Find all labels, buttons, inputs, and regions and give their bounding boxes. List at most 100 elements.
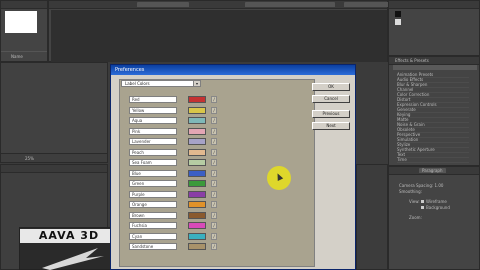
info-titlebar: [389, 1, 479, 9]
label-name-field[interactable]: Brown: [129, 211, 177, 219]
label-name-field[interactable]: Peach: [129, 148, 177, 156]
label-color-swatch[interactable]: [188, 96, 206, 103]
eyedropper-icon[interactable]: /: [211, 190, 217, 198]
label-color-row: Purple /: [129, 190, 299, 198]
label-color-row: Brown /: [129, 211, 299, 219]
eyedropper-icon[interactable]: /: [211, 232, 217, 240]
category-value: Label Colors: [125, 81, 150, 86]
eyedropper-icon[interactable]: /: [211, 211, 217, 219]
label-color-swatch[interactable]: [188, 159, 206, 166]
label-color-row: Yellow /: [129, 106, 299, 114]
preference-category-select[interactable]: Label Colors ▾: [121, 80, 201, 87]
label-color-row: Sandstone /: [129, 243, 299, 250]
wireframe-checkbox[interactable]: [421, 200, 424, 203]
label-color-row: Orange /: [129, 201, 299, 208]
eyedropper-icon[interactable]: /: [211, 148, 217, 156]
eyedropper-icon[interactable]: /: [211, 169, 217, 177]
project-list: [0, 62, 108, 162]
label-name-field[interactable]: Yellow: [129, 106, 177, 114]
timeline-layers: [356, 164, 388, 270]
label-color-row: Lavender /: [129, 138, 299, 145]
effects-titlebar: Effects & Presets: [389, 57, 479, 65]
background-checkbox[interactable]: [421, 206, 424, 209]
aava-3d-logo: AAVA 3D: [19, 227, 118, 270]
composition-canvas[interactable]: [51, 10, 387, 62]
tab-layer[interactable]: [289, 2, 335, 7]
dialog-titlebar[interactable]: Preferences: [111, 65, 355, 75]
color-swatch-white: [395, 19, 401, 25]
eyedropper-icon[interactable]: /: [211, 96, 217, 103]
label-color-swatch[interactable]: [188, 180, 206, 187]
eyedropper-icon[interactable]: /: [211, 138, 217, 145]
timeline-titlebar: [1, 165, 107, 173]
label-name-field[interactable]: Sea Foam: [129, 159, 177, 166]
label-color-row: Aqua /: [129, 117, 299, 124]
project-panel: Name: [0, 0, 48, 62]
composition-viewer: [48, 0, 390, 62]
label-name-field[interactable]: Orange: [129, 201, 177, 208]
label-color-swatch[interactable]: [188, 148, 206, 156]
preferences-dialog: Preferences Label Colors ▾ Red / Yellow / Aq…: [110, 64, 356, 270]
effects-title: Effects & Presets: [395, 58, 429, 63]
label-name-field[interactable]: Lavender: [129, 138, 177, 145]
eyedropper-icon[interactable]: /: [211, 106, 217, 114]
label-color-swatch[interactable]: [188, 201, 206, 208]
label-color-swatch[interactable]: [188, 117, 206, 124]
label-name-field[interactable]: Green: [129, 180, 177, 187]
color-swatch: [395, 11, 401, 17]
eyedropper-icon[interactable]: /: [211, 159, 217, 166]
divider: [1, 51, 47, 52]
zoom-label-right: Zoom:: [409, 215, 422, 220]
effects-search-field[interactable]: [393, 65, 477, 70]
label-color-row: Red /: [129, 96, 299, 103]
cancel-button[interactable]: Cancel: [312, 95, 350, 103]
name-column-header[interactable]: Name: [11, 54, 23, 59]
label-name-field[interactable]: Fuchsia: [129, 222, 177, 229]
info-panel: [388, 0, 480, 56]
previous-button[interactable]: Previous: [312, 110, 350, 118]
label-color-row: Pink /: [129, 127, 299, 135]
wireframe-option: Wireframe: [426, 199, 447, 204]
paragraph-panel: Paragraph Camera Spacing: 1.00 Smoothing…: [388, 166, 480, 270]
label-color-swatch[interactable]: [188, 138, 206, 145]
label-name-field[interactable]: Red: [129, 96, 177, 103]
label-color-swatch[interactable]: [188, 190, 206, 198]
next-button[interactable]: Next: [312, 122, 350, 130]
label-name-field[interactable]: Blue: [129, 169, 177, 177]
label-color-swatch[interactable]: [188, 232, 206, 240]
eyedropper-icon[interactable]: /: [211, 201, 217, 208]
zoom-label[interactable]: 25%: [25, 156, 34, 161]
timeline-controls: 25%: [0, 153, 108, 163]
paragraph-titlebar: Paragraph: [389, 167, 479, 175]
eyedropper-icon[interactable]: /: [211, 222, 217, 229]
project-thumbnail: [5, 11, 37, 33]
eyedropper-icon[interactable]: /: [211, 117, 217, 124]
label-name-field[interactable]: Aqua: [129, 117, 177, 124]
label-color-swatch[interactable]: [188, 243, 206, 250]
chevron-down-icon: ▾: [193, 81, 200, 86]
eyedropper-icon[interactable]: /: [211, 243, 217, 250]
eyedropper-icon[interactable]: /: [211, 127, 217, 135]
label-color-swatch[interactable]: [188, 169, 206, 177]
label-color-swatch[interactable]: [188, 222, 206, 229]
tab-paragraph[interactable]: Paragraph: [419, 168, 446, 173]
view-label: View:: [409, 199, 420, 204]
ok-button[interactable]: OK: [312, 83, 350, 91]
arrow-graphic-icon: [42, 248, 104, 270]
project-panel-titlebar[interactable]: [1, 1, 47, 9]
label-name-field[interactable]: Cyan: [129, 232, 177, 240]
label-color-swatch[interactable]: [188, 127, 206, 135]
label-color-swatch[interactable]: [188, 211, 206, 219]
tab-effect-controls[interactable]: [137, 2, 189, 7]
tab-footage[interactable]: [344, 2, 390, 7]
logo-text: AAVA 3D: [20, 229, 118, 243]
smoothing-label: Smoothing:: [399, 189, 422, 194]
label-color-swatch[interactable]: [188, 106, 206, 114]
label-name-field[interactable]: Sandstone: [129, 243, 177, 250]
camera-spacing-label: Camera Spacing: 1.00: [399, 183, 444, 188]
effects-list-item[interactable]: Time: [397, 157, 469, 163]
label-color-row: Fuchsia /: [129, 222, 299, 229]
eyedropper-icon[interactable]: /: [211, 180, 217, 187]
label-name-field[interactable]: Purple: [129, 190, 177, 198]
label-name-field[interactable]: Pink: [129, 127, 177, 135]
